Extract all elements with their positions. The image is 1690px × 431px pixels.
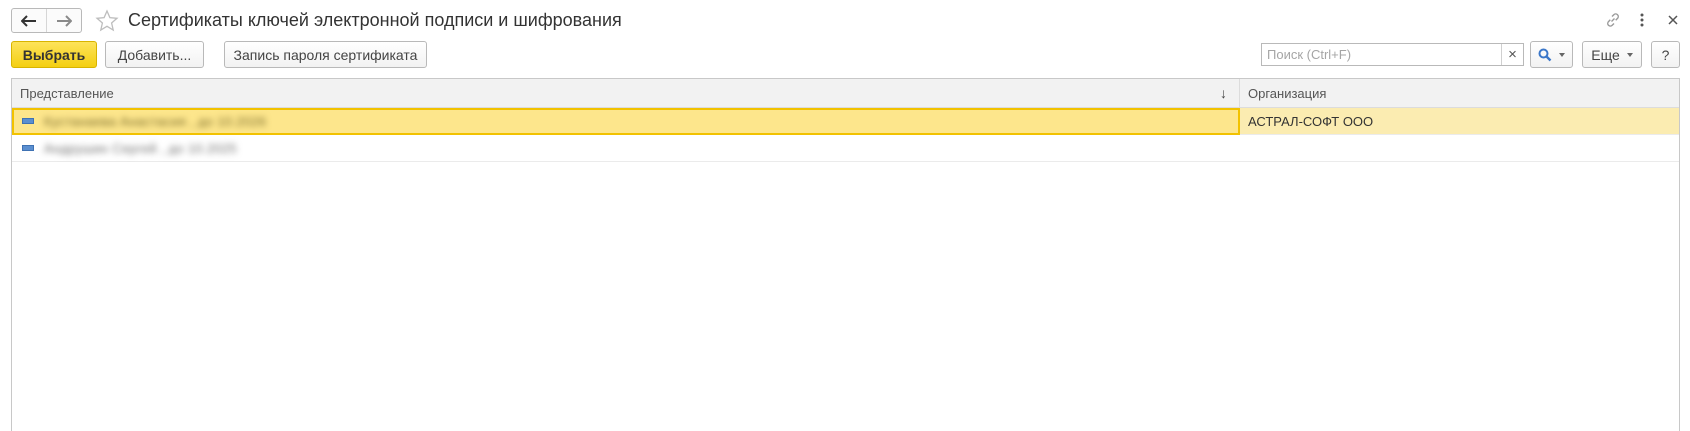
column-header-label: Представление <box>20 86 114 101</box>
table-row[interactable]: Андрушин Сергей , до 10.2025 <box>12 135 1679 162</box>
select-button[interactable]: Выбрать <box>11 41 97 68</box>
favorite-button[interactable] <box>94 8 120 34</box>
chevron-down-icon <box>1626 52 1633 57</box>
search-button[interactable] <box>1530 41 1573 68</box>
certificate-name: Андрушин Сергей , до 10.2025 <box>44 141 237 156</box>
forward-arrow-icon <box>57 14 72 27</box>
sort-descending-icon: ↓ <box>1220 85 1227 101</box>
search-clear-button[interactable]: × <box>1501 44 1523 65</box>
column-header-label: Организация <box>1248 86 1327 101</box>
cell-organization[interactable] <box>1240 135 1680 162</box>
add-button[interactable]: Добавить... <box>105 41 204 68</box>
chevron-down-icon <box>1559 52 1565 57</box>
back-button[interactable] <box>12 9 46 32</box>
cell-representation[interactable]: Кустанаева Анастасия , до 10.2026 <box>12 108 1240 135</box>
table-row[interactable]: Кустанаева Анастасия , до 10.2026 АСТРАЛ… <box>12 108 1679 135</box>
column-header-organization[interactable]: Организация <box>1240 79 1680 108</box>
search-box: × <box>1261 43 1524 66</box>
certificate-icon <box>22 145 34 151</box>
cell-organization[interactable]: АСТРАЛ-СОФТ ООО <box>1240 108 1680 135</box>
column-header-representation[interactable]: Представление ↓ <box>12 79 1240 108</box>
certificate-name: Кустанаева Анастасия , до 10.2026 <box>44 114 267 129</box>
navigation-buttons <box>11 8 82 33</box>
close-icon <box>1668 15 1678 25</box>
more-button[interactable]: Еще <box>1582 41 1642 68</box>
menu-button[interactable] <box>1631 9 1653 31</box>
search-input[interactable] <box>1262 44 1501 65</box>
page-title: Сертификаты ключей электронной подписи и… <box>128 10 622 30</box>
table-header: Представление ↓ Организация <box>12 79 1679 108</box>
clear-icon: × <box>1508 46 1517 63</box>
star-icon <box>95 9 119 32</box>
certificate-icon <box>22 118 34 124</box>
cell-representation[interactable]: Андрушин Сергей , до 10.2025 <box>12 135 1240 162</box>
link-button[interactable] <box>1602 9 1624 31</box>
more-vertical-icon <box>1640 13 1644 27</box>
help-button[interactable]: ? <box>1651 41 1680 68</box>
forward-button[interactable] <box>46 9 81 32</box>
title-bar: Сертификаты ключей электронной подписи и… <box>0 0 1690 40</box>
back-arrow-icon <box>21 14 36 27</box>
search-icon <box>1538 48 1552 61</box>
close-button[interactable] <box>1662 9 1684 31</box>
more-button-label: Еще <box>1591 46 1620 63</box>
link-icon <box>1607 13 1619 27</box>
certificate-password-button[interactable]: Запись пароля сертификата <box>224 41 427 68</box>
certificates-table: Представление ↓ Организация Кустанаева А… <box>11 78 1680 431</box>
